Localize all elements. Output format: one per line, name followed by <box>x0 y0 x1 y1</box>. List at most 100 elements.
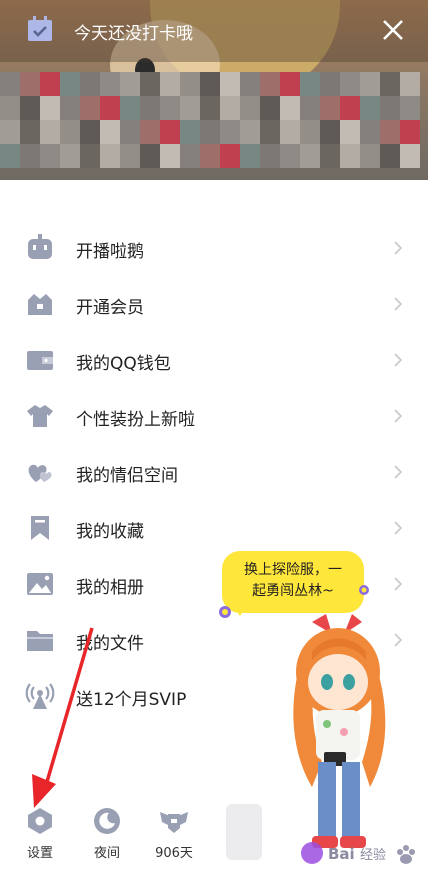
settings-button[interactable]: 设置 <box>10 806 70 861</box>
chevron-right-icon <box>394 521 403 535</box>
svg-text:Bai: Bai <box>328 845 355 863</box>
close-icon[interactable] <box>378 15 408 45</box>
mosaic-cell <box>300 72 320 96</box>
mosaic-cell <box>140 96 160 120</box>
mosaic-cell <box>180 96 200 120</box>
menu-item-vip[interactable]: 开通会员 <box>0 276 428 332</box>
mosaic-cell <box>380 96 400 120</box>
svg-text:经验: 经验 <box>360 847 386 863</box>
mosaic-cell <box>200 96 220 120</box>
mosaic-cell <box>340 120 360 144</box>
mosaic-cell <box>320 120 340 144</box>
mosaic-cell <box>240 72 260 96</box>
login-days-button[interactable]: 906天 <box>144 806 204 861</box>
mosaic-cell <box>240 144 260 168</box>
checkin-text: 今天还没打卡哦 <box>74 24 193 44</box>
mosaic-cell <box>160 72 180 96</box>
mosaic-cell <box>120 72 140 96</box>
mosaic-cell <box>400 120 420 144</box>
blurred-profile-info <box>0 72 428 168</box>
mosaic-cell <box>140 120 160 144</box>
profile-header-background: 今天还没打卡哦 <box>0 0 428 180</box>
mosaic-cell <box>260 144 280 168</box>
mosaic-cell <box>260 120 280 144</box>
mosaic-cell <box>180 144 200 168</box>
menu-item-label: 我的收藏 <box>76 522 144 542</box>
mosaic-cell <box>220 144 240 168</box>
night-mode-button[interactable]: 夜间 <box>77 806 137 861</box>
mosaic-cell <box>360 96 380 120</box>
mosaic-cell <box>40 144 60 168</box>
mosaic-cell <box>100 144 120 168</box>
menu-item-couple-space[interactable]: 我的情侣空间 <box>0 444 428 500</box>
mosaic-cell <box>100 96 120 120</box>
mosaic-cell <box>280 96 300 120</box>
calendar-check-icon <box>28 16 52 41</box>
mosaic-cell <box>160 120 180 144</box>
menu-item-label: 开播啦鹅 <box>76 242 144 262</box>
mosaic-cell <box>120 96 140 120</box>
mosaic-cell <box>360 72 380 96</box>
mosaic-cell <box>60 96 80 120</box>
menu-item-label: 送12个月SVIP <box>76 690 187 710</box>
menu-item-label: 个性装扮上新啦 <box>76 410 195 430</box>
menu-item-label: 开通会员 <box>76 298 144 318</box>
winged-badge-icon <box>160 812 188 833</box>
night-mode-label: 夜间 <box>93 846 120 861</box>
menu-item-label: 我的情侣空间 <box>76 466 178 486</box>
mosaic-cell <box>120 144 140 168</box>
mosaic-cell <box>100 120 120 144</box>
login-days-label: 906天 <box>155 846 193 861</box>
menu-item-theme[interactable]: 个性装扮上新啦 <box>0 388 428 444</box>
mosaic-cell <box>380 144 400 168</box>
mosaic-cell <box>60 72 80 96</box>
loading-placeholder <box>226 804 262 860</box>
mosaic-cell <box>100 72 120 96</box>
mosaic-cell <box>220 120 240 144</box>
mosaic-cell <box>300 96 320 120</box>
mosaic-cell <box>80 96 100 120</box>
mosaic-cell <box>340 96 360 120</box>
mosaic-cell <box>220 72 240 96</box>
mosaic-cell <box>240 120 260 144</box>
mosaic-cell <box>360 120 380 144</box>
chevron-right-icon <box>394 577 403 591</box>
folder-icon <box>27 631 53 651</box>
mosaic-cell <box>320 72 340 96</box>
moon-icon <box>94 808 120 834</box>
mosaic-cell <box>0 72 20 96</box>
photo-icon <box>27 573 53 595</box>
mosaic-cell <box>0 120 20 144</box>
mosaic-cell <box>120 120 140 144</box>
mosaic-cell <box>140 72 160 96</box>
mosaic-cell <box>320 96 340 120</box>
chevron-right-icon <box>394 241 403 255</box>
gear-icon <box>28 808 52 834</box>
mosaic-cell <box>280 72 300 96</box>
mosaic-cell <box>320 144 340 168</box>
menu-item-label: 我的文件 <box>76 634 144 654</box>
mosaic-cell <box>220 96 240 120</box>
chevron-right-icon <box>394 465 403 479</box>
mosaic-cell <box>380 120 400 144</box>
mosaic-cell <box>40 120 60 144</box>
mosaic-cell <box>340 144 360 168</box>
checkin-banner[interactable]: 今天还没打卡哦 <box>0 0 428 62</box>
settings-label: 设置 <box>26 846 53 861</box>
mosaic-cell <box>20 72 40 96</box>
menu-item-wallet[interactable]: 我的QQ钱包 <box>0 332 428 388</box>
mosaic-cell <box>400 96 420 120</box>
chevron-right-icon <box>394 297 403 311</box>
mosaic-cell <box>200 144 220 168</box>
mosaic-cell <box>400 144 420 168</box>
menu-item-live[interactable]: 开播啦鹅 <box>0 220 428 276</box>
mosaic-cell <box>60 144 80 168</box>
mosaic-cell <box>400 72 420 96</box>
chevron-right-icon <box>394 409 403 423</box>
mosaic-cell <box>200 120 220 144</box>
menu-item-favorites[interactable]: 我的收藏 <box>0 500 428 556</box>
mosaic-cell <box>80 144 100 168</box>
mosaic-cell <box>340 72 360 96</box>
mosaic-cell <box>0 144 20 168</box>
mosaic-cell <box>40 96 60 120</box>
